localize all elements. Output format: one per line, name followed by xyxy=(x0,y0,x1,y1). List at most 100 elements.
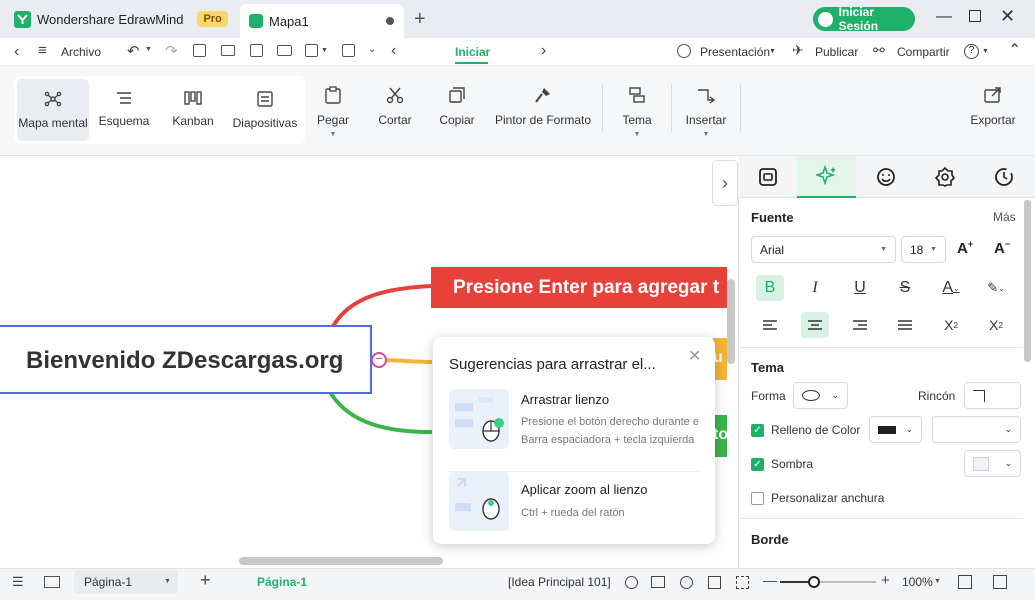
zoom-dropdown-icon[interactable]: ▼ xyxy=(934,578,941,585)
more-down-icon[interactable]: ⌄ xyxy=(368,44,376,55)
play-presentation-icon[interactable] xyxy=(677,44,691,58)
view-mind-map-button[interactable]: Mapa mental xyxy=(17,79,89,141)
zoom-out-icon[interactable]: — xyxy=(763,572,777,588)
view-outline-button[interactable]: Esquema xyxy=(93,79,155,141)
redo-icon[interactable]: ↷ xyxy=(165,42,178,60)
outline-toggle-icon[interactable]: ☰ xyxy=(12,574,24,590)
font-color-icon[interactable]: A ⌄ xyxy=(937,275,965,301)
tab-iniciar[interactable]: Iniciar xyxy=(455,45,490,59)
book-view-icon[interactable] xyxy=(651,576,665,588)
new-file-icon[interactable] xyxy=(193,44,206,57)
font-size-select[interactable]: 18 ▼ xyxy=(901,236,946,263)
collapse-ribbon-icon[interactable]: ⌃ xyxy=(1008,40,1021,60)
superscript-icon[interactable]: X2 xyxy=(937,312,965,338)
page-view-icon[interactable] xyxy=(44,576,60,588)
presentation-dropdown-icon[interactable]: ▼ xyxy=(769,48,776,55)
align-center-icon[interactable] xyxy=(801,312,829,338)
page-dropdown-icon[interactable]: ▼ xyxy=(164,578,171,585)
fill-color-select[interactable]: ⌄ xyxy=(869,416,922,443)
theme-dropdown-icon[interactable]: ▼ xyxy=(634,131,641,138)
back-arrow-icon[interactable]: ‹ xyxy=(14,43,19,61)
hamburger-menu-icon[interactable]: ≡ xyxy=(38,42,47,59)
maximize-icon[interactable] xyxy=(969,10,981,22)
add-page-icon[interactable]: + xyxy=(200,570,211,591)
underline-icon[interactable]: U xyxy=(846,275,874,301)
fullscreen-fit-icon[interactable] xyxy=(736,576,749,589)
export-button[interactable]: Exportar xyxy=(968,86,1018,127)
decrease-font-icon[interactable]: A− xyxy=(994,239,1010,257)
login-button[interactable]: Iniciar Sesión xyxy=(813,5,915,33)
share-button[interactable]: Compartir xyxy=(897,45,950,59)
paste-button[interactable]: Pegar ▼ xyxy=(314,86,352,138)
new-tab-plus-icon[interactable]: + xyxy=(414,8,426,31)
fullscreen-icon[interactable] xyxy=(958,575,972,589)
undo-icon[interactable]: ↶ xyxy=(127,42,140,60)
strikethrough-icon[interactable]: S xyxy=(891,275,919,301)
canvas-vertical-scrollbar[interactable] xyxy=(727,279,735,364)
subscript-icon[interactable]: X2 xyxy=(982,312,1010,338)
document-tab[interactable]: Mapa1 xyxy=(240,4,404,38)
tab-style[interactable] xyxy=(738,156,797,198)
theme-mode-icon[interactable] xyxy=(625,576,638,589)
popup-close-icon[interactable]: ✕ xyxy=(688,346,701,366)
undo-dropdown-icon[interactable]: ▼ xyxy=(145,46,152,53)
expand-panel-button[interactable]: › xyxy=(712,160,738,206)
ribbon-right-arrow-icon[interactable]: › xyxy=(541,42,546,60)
canvas-horizontal-scrollbar[interactable] xyxy=(239,557,443,565)
insert-button[interactable]: Insertar ▼ xyxy=(683,86,729,138)
open-folder-icon[interactable] xyxy=(221,45,235,56)
insert-dropdown-icon[interactable]: ▼ xyxy=(703,131,710,138)
main-topic-red[interactable]: Presione Enter para agregar t xyxy=(431,267,727,308)
view-slides-button[interactable]: Diapositivas xyxy=(229,79,301,141)
app-tab[interactable]: Wondershare EdrawMind Pro xyxy=(6,4,234,34)
align-right-icon[interactable] xyxy=(846,312,874,338)
collapse-branch-icon[interactable]: − xyxy=(371,352,387,368)
zoom-in-icon[interactable]: + xyxy=(881,572,890,589)
export-file-icon[interactable] xyxy=(305,44,318,57)
copy-button[interactable]: Copiar xyxy=(437,86,477,127)
tab-ai-format[interactable] xyxy=(797,156,856,198)
ribbon-left-arrow-icon[interactable]: ‹ xyxy=(391,42,396,60)
tab-history[interactable] xyxy=(974,156,1033,198)
presentation-menu[interactable]: Presentación xyxy=(700,45,770,59)
central-topic[interactable]: Bienvenido ZDescargas.org xyxy=(0,325,372,394)
fill-checkbox[interactable]: ✓ xyxy=(751,423,764,438)
main-topic-green[interactable]: to xyxy=(713,415,727,457)
play-icon[interactable] xyxy=(680,576,693,589)
shape-select[interactable]: ⌄ xyxy=(793,382,848,409)
shadow-color-select[interactable]: ⌄ xyxy=(964,450,1021,477)
fill-gradient-select[interactable]: ⌄ xyxy=(932,416,1021,443)
tab-icons[interactable] xyxy=(856,156,915,198)
corner-select[interactable] xyxy=(964,382,1021,409)
print-icon[interactable] xyxy=(277,45,292,56)
justify-icon[interactable] xyxy=(891,312,919,338)
more-link[interactable]: Más xyxy=(993,210,1016,224)
main-topic-yellow[interactable]: u xyxy=(713,338,727,380)
save-icon[interactable] xyxy=(250,44,263,57)
paste-dropdown-icon[interactable]: ▼ xyxy=(330,131,337,138)
theme-button[interactable]: Tema ▼ xyxy=(619,86,655,138)
file-menu[interactable]: Archivo xyxy=(61,45,101,59)
italic-icon[interactable]: I xyxy=(801,275,829,301)
minimize-icon[interactable]: — xyxy=(936,8,952,26)
share-icon[interactable]: ⚯ xyxy=(873,42,885,59)
increase-font-icon[interactable]: A+ xyxy=(957,239,973,257)
zoom-value[interactable]: 100% xyxy=(902,575,933,589)
zoom-slider-thumb[interactable] xyxy=(807,576,820,588)
task-check-icon[interactable] xyxy=(342,44,355,57)
close-window-icon[interactable]: ✕ xyxy=(1000,6,1015,27)
align-left-icon[interactable] xyxy=(756,312,784,338)
view-kanban-button[interactable]: Kanban xyxy=(163,79,223,141)
highlight-icon[interactable]: ✎ ⌄ xyxy=(982,275,1010,301)
bold-icon[interactable]: B xyxy=(756,275,784,301)
publish-icon[interactable]: ✈ xyxy=(792,42,804,59)
page-tab[interactable]: Página-1 xyxy=(257,575,307,589)
tab-badges[interactable] xyxy=(915,156,974,198)
help-icon[interactable]: ? xyxy=(964,44,979,59)
presentation-mode-icon[interactable] xyxy=(993,575,1007,589)
format-painter-button[interactable]: Pintor de Formato xyxy=(494,86,592,127)
help-dropdown-icon[interactable]: ▼ xyxy=(982,48,989,55)
shadow-checkbox[interactable]: ✓ xyxy=(751,457,764,472)
custom-width-checkbox[interactable] xyxy=(751,491,764,506)
font-family-select[interactable]: Arial ▼ xyxy=(751,236,896,263)
